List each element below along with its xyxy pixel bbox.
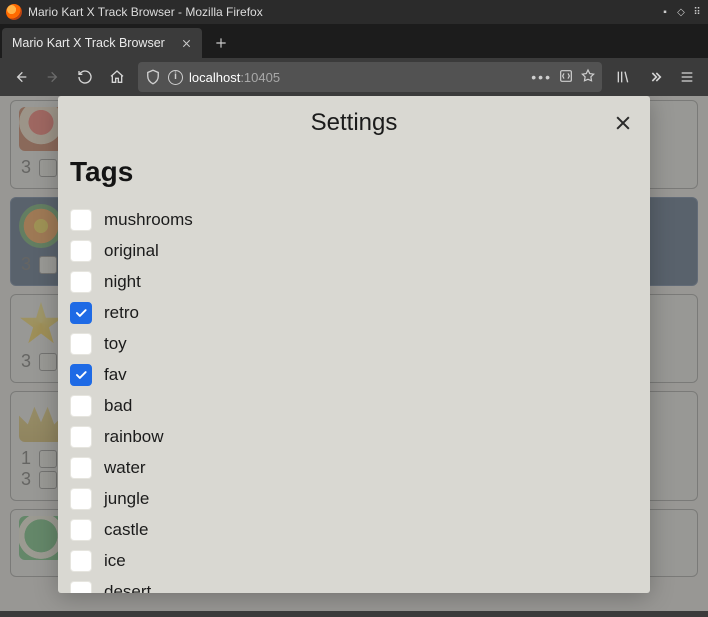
forward-button[interactable] (38, 62, 68, 92)
tab-active[interactable]: Mario Kart X Track Browser (2, 28, 202, 58)
tag-row: jungle (70, 483, 630, 514)
window-maximize-icon[interactable]: ◇ (676, 7, 686, 17)
library-button[interactable] (608, 62, 638, 92)
tag-checkbox-night[interactable] (70, 271, 92, 293)
tag-checkbox-retro[interactable] (70, 302, 92, 324)
tab-close-icon[interactable] (178, 35, 194, 51)
page-viewport: Mushroom Cup33313Shell Cup Settings Tags… (0, 96, 708, 617)
tag-row: night (70, 266, 630, 297)
tag-checkbox-jungle[interactable] (70, 488, 92, 510)
tag-label: rainbow (104, 427, 164, 447)
url-host: localhost (189, 70, 240, 85)
tag-checkbox-original[interactable] (70, 240, 92, 262)
tag-row: ice (70, 545, 630, 576)
status-bar (0, 611, 708, 617)
modal-header: Settings (58, 96, 650, 150)
settings-modal: Settings Tags mushrooms original night retr… (58, 96, 650, 593)
home-button[interactable] (102, 62, 132, 92)
shield-icon[interactable] (144, 68, 162, 86)
tag-label: ice (104, 551, 126, 571)
tab-title: Mario Kart X Track Browser (12, 36, 178, 50)
url-bar[interactable]: i localhost:10405 ••• (138, 62, 602, 92)
back-button[interactable] (6, 62, 36, 92)
tab-strip: Mario Kart X Track Browser (0, 24, 708, 58)
tag-row: water (70, 452, 630, 483)
tag-checkbox-mushrooms[interactable] (70, 209, 92, 231)
tag-checkbox-water[interactable] (70, 457, 92, 479)
browser-toolbar: i localhost:10405 ••• (0, 58, 708, 96)
bookmark-star-icon[interactable] (580, 68, 596, 87)
hamburger-menu-button[interactable] (672, 62, 702, 92)
modal-title: Settings (311, 109, 398, 137)
tag-checkbox-rainbow[interactable] (70, 426, 92, 448)
window-titlebar: Mario Kart X Track Browser - Mozilla Fir… (0, 0, 708, 24)
tag-checkbox-desert[interactable] (70, 581, 92, 594)
tag-label: original (104, 241, 159, 261)
tag-label: jungle (104, 489, 149, 509)
url-port: :10405 (240, 70, 280, 85)
tag-label: bad (104, 396, 132, 416)
tag-checkbox-toy[interactable] (70, 333, 92, 355)
tag-label: toy (104, 334, 127, 354)
tag-row: fav (70, 359, 630, 390)
tag-label: desert (104, 582, 151, 594)
tag-checkbox-ice[interactable] (70, 550, 92, 572)
window-title: Mario Kart X Track Browser - Mozilla Fir… (28, 5, 660, 19)
tag-row: castle (70, 514, 630, 545)
window-dots-icon[interactable]: ⠿ (692, 7, 702, 17)
reload-button[interactable] (70, 62, 100, 92)
tag-checkbox-fav[interactable] (70, 364, 92, 386)
tag-row: rainbow (70, 421, 630, 452)
tag-label: water (104, 458, 146, 478)
tag-label: night (104, 272, 141, 292)
tags-section-title: Tags (70, 156, 630, 188)
close-icon[interactable] (610, 110, 636, 136)
tag-row: retro (70, 297, 630, 328)
site-info-icon[interactable]: i (168, 70, 183, 85)
tag-label: castle (104, 520, 148, 540)
tag-row: desert (70, 576, 630, 593)
tag-label: fav (104, 365, 127, 385)
tag-checkbox-castle[interactable] (70, 519, 92, 541)
page-actions-icon[interactable]: ••• (531, 69, 552, 85)
firefox-icon (6, 4, 22, 20)
tag-label: retro (104, 303, 139, 323)
window-minimize-icon[interactable]: ▪ (660, 7, 670, 17)
reader-icon[interactable] (558, 68, 574, 87)
tag-row: toy (70, 328, 630, 359)
tag-label: mushrooms (104, 210, 193, 230)
modal-body[interactable]: Tags mushrooms original night retro toy fav ba… (58, 150, 650, 593)
tag-checkbox-bad[interactable] (70, 395, 92, 417)
tag-row: mushrooms (70, 204, 630, 235)
new-tab-button[interactable] (206, 28, 236, 58)
url-text: localhost:10405 (189, 70, 525, 85)
overflow-button[interactable] (640, 62, 670, 92)
tag-row: original (70, 235, 630, 266)
tag-row: bad (70, 390, 630, 421)
